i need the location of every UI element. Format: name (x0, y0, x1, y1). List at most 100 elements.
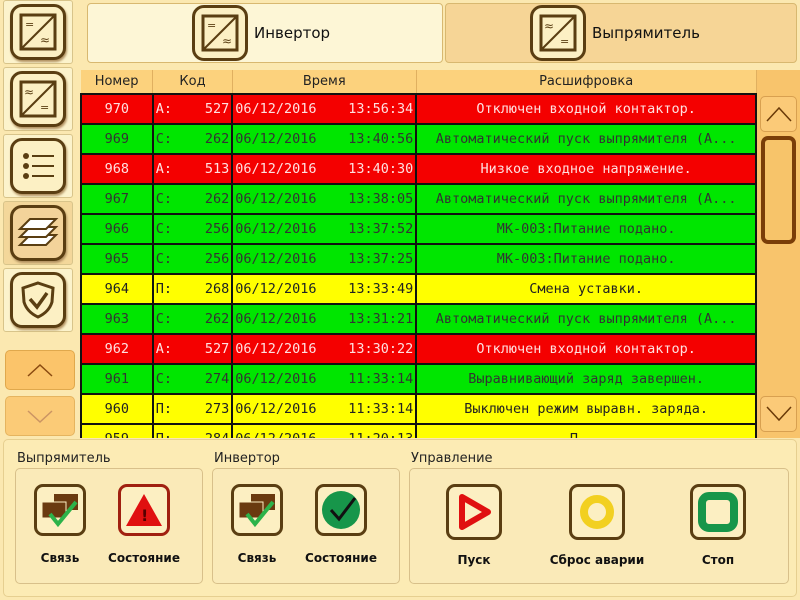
table-row[interactable]: 967 C: 262 06/12/2016 13:38:05 Автоматичес… (80, 183, 757, 215)
warning-icon: ! (126, 494, 162, 526)
col-header-time[interactable]: Время (232, 70, 417, 95)
table-row[interactable]: 969 C: 262 06/12/2016 13:40:56 Автоматичес… (80, 123, 757, 155)
stop-label: Стоп (701, 553, 735, 567)
reset-alarm-button[interactable] (569, 484, 625, 540)
event-date: 06/12/2016 (235, 101, 317, 117)
network-ok-icon (41, 494, 78, 528)
event-time: 06/12/2016 13:40:30 (231, 153, 418, 185)
event-code: C: 262 (151, 303, 234, 335)
event-time: 06/12/2016 13:37:52 (231, 213, 418, 245)
event-date: 06/12/2016 (235, 131, 317, 147)
svg-text:≈: ≈ (544, 19, 554, 33)
event-type: C: (155, 221, 172, 237)
table-row[interactable]: 959 П: 284 06/12/2016 11:20:13 П... (80, 423, 757, 438)
event-code: П: 284 (151, 423, 234, 438)
svg-text:=: = (25, 18, 34, 31)
rectifier-icon: ≈ = (530, 5, 586, 61)
event-number: 960 (80, 393, 154, 425)
event-clock: 13:38:05 (348, 191, 414, 207)
tab-label: Выпрямитель (592, 24, 700, 42)
event-number: 964 (80, 273, 154, 305)
col-header-description[interactable]: Расшифровка (416, 70, 757, 95)
event-number: 965 (80, 243, 154, 275)
sidebar-item-inverter[interactable]: = ≈ (3, 0, 73, 64)
table-row[interactable]: 960 П: 273 06/12/2016 11:33:14 Выключен ре… (80, 393, 757, 425)
event-code-value: 262 (204, 311, 230, 327)
shield-check-icon (10, 272, 66, 328)
event-type: П: (155, 281, 172, 297)
ring-icon (580, 495, 614, 529)
event-date: 06/12/2016 (235, 221, 317, 237)
event-type: A: (155, 161, 172, 177)
rectifier-link-button[interactable] (34, 484, 86, 536)
event-type: П: (156, 431, 172, 438)
event-type: C: (155, 131, 172, 147)
inverter-icon: = ≈ (10, 4, 66, 60)
event-number: 959 (80, 423, 154, 438)
sidebar-down-button[interactable] (5, 396, 75, 436)
event-code: C: 256 (151, 213, 234, 245)
table-row[interactable]: 961 C: 274 06/12/2016 11:33:14 Выравнивающ… (80, 363, 757, 395)
chevron-down-icon (27, 410, 53, 424)
event-clock: 13:37:52 (348, 221, 414, 237)
event-date: 06/12/2016 (235, 161, 317, 177)
event-code: П: 268 (151, 273, 234, 305)
svg-text:≈: ≈ (24, 85, 34, 99)
sidebar-item-event-log[interactable] (3, 201, 73, 265)
sidebar-item-rectifier[interactable]: ≈ = (3, 67, 73, 131)
layers-icon (10, 205, 66, 261)
svg-text:=: = (40, 101, 49, 114)
stop-button[interactable] (690, 484, 746, 540)
event-clock: 13:33:49 (348, 281, 414, 297)
event-description: Автоматический пуск выпрямителя (А... (415, 123, 757, 155)
control-group-title: Управление (411, 451, 493, 466)
sidebar-up-button[interactable] (5, 350, 75, 390)
sidebar-item-protection[interactable] (3, 268, 73, 332)
event-code-value: 274 (204, 371, 230, 387)
event-time: 06/12/2016 13:33:49 (231, 273, 418, 305)
inverter-link-button[interactable] (231, 484, 283, 536)
tab-label: Инвертор (254, 24, 331, 42)
table-row[interactable]: 964 П: 268 06/12/2016 13:33:49 Смена устав… (80, 273, 757, 305)
event-time: 06/12/2016 13:56:34 (231, 93, 418, 125)
event-description: П... (415, 423, 757, 438)
scroll-thumb[interactable] (761, 136, 796, 244)
event-clock: 11:33:14 (348, 371, 414, 387)
event-clock: 11:33:14 (348, 401, 414, 417)
event-time: 06/12/2016 13:38:05 (231, 183, 418, 215)
chevron-down-icon (765, 406, 792, 422)
rectifier-state-button[interactable]: ! (118, 484, 170, 536)
scrollbar[interactable] (757, 70, 800, 438)
event-code: A: 527 (151, 93, 234, 125)
inverter-state-button[interactable] (315, 484, 367, 536)
event-date: 06/12/2016 (235, 371, 317, 387)
event-description: Автоматический пуск выпрямителя (А... (415, 183, 757, 215)
event-clock: 13:37:25 (348, 251, 414, 267)
event-number: 963 (80, 303, 154, 335)
event-code: A: 513 (151, 153, 234, 185)
event-description: Выравнивающий заряд завершен. (415, 363, 757, 395)
list-icon (10, 138, 66, 194)
col-header-code[interactable]: Код (152, 70, 233, 95)
event-time: 06/12/2016 13:31:21 (231, 303, 418, 335)
reset-alarm-label: Сброс аварии (549, 553, 645, 567)
network-ok-icon (238, 494, 275, 528)
table-row[interactable]: 968 A: 513 06/12/2016 13:40:30 Низкое вход… (80, 153, 757, 185)
table-row[interactable]: 963 C: 262 06/12/2016 13:31:21 Автоматичес… (80, 303, 757, 335)
tab-inverter[interactable]: = ≈ Инвертор (87, 3, 443, 63)
table-row[interactable]: 970 A: 527 06/12/2016 13:56:34 Отключен вх… (80, 93, 757, 125)
table-row[interactable]: 962 A: 527 06/12/2016 13:30:22 Отключен вх… (80, 333, 757, 365)
col-header-number[interactable]: Номер (81, 70, 154, 95)
tab-rectifier[interactable]: ≈ = Выпрямитель (445, 3, 797, 63)
start-button[interactable] (446, 484, 502, 540)
svg-text:!: ! (141, 506, 148, 525)
event-description: Выключен режим выравн. заряда. (415, 393, 757, 425)
scroll-up-button[interactable] (760, 96, 797, 132)
inverter-group-title: Инвертор (214, 451, 280, 466)
table-row[interactable]: 966 C: 256 06/12/2016 13:37:52 МК-003:Пита… (80, 213, 757, 245)
event-date: 06/12/2016 (235, 401, 317, 417)
event-time: 06/12/2016 13:30:22 (231, 333, 418, 365)
sidebar-item-list[interactable] (3, 134, 73, 198)
scroll-down-button[interactable] (760, 396, 797, 432)
table-row[interactable]: 965 C: 256 06/12/2016 13:37:25 МК-003:Пита… (80, 243, 757, 275)
